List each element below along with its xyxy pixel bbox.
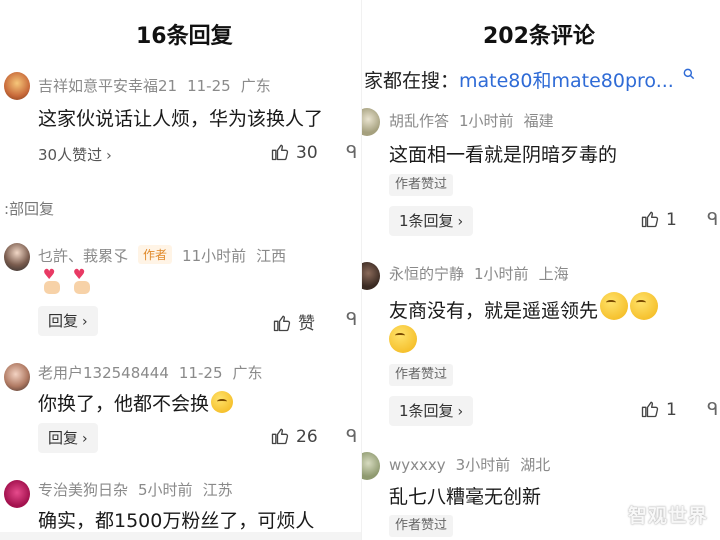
username[interactable]: 永恒的宁静 [389,265,464,283]
thumbs-up-icon [271,144,289,161]
comment-region: 广东 [232,364,263,382]
comment-region: 江西 [256,247,287,265]
username[interactable]: 胡乱作答 [389,112,449,130]
avatar[interactable] [4,363,30,391]
author-liked-badge: 作者赞过 [389,174,454,196]
comment-icon[interactable]: ᑫ [346,142,357,163]
like-count: 26 [296,427,318,447]
like-button[interactable]: 赞 [272,309,315,334]
username[interactable]: 乜許、莪累孓 [38,247,128,265]
comment-text: 这面相一看就是阴暗歹毒的 [389,144,618,166]
thumbs-up-icon [273,315,291,332]
comment-meta: 吉祥如意平安幸福21 11-25 广东 [38,75,281,96]
comment-meta: 乜許、莪累孓 作者 11小时前 江西 [38,245,296,266]
comment-icon[interactable]: ᑫ [346,426,357,447]
comment-region: 福建 [523,112,554,130]
author-liked-badge: 作者赞过 [389,515,454,537]
smug-face-emoji-icon [389,325,417,353]
bottom-divider [0,532,362,540]
avatar[interactable] [4,72,30,100]
username[interactable]: 专治美狗日杂 [38,481,128,499]
like-count: 1 [666,210,677,230]
emoji-line [389,325,417,355]
comment-meta: 胡乱作答 1小时前 福建 [389,110,564,131]
heart-hands-emoji-icon [40,267,62,295]
comment-date: 11-25 [187,77,231,95]
smug-face-emoji-icon [600,292,629,320]
username[interactable]: 老用户132548444 [38,364,169,382]
like-button[interactable]: 30 [270,142,318,163]
comment-date: 5小时前 [138,481,193,499]
chevron-right-icon: › [457,404,464,420]
like-button[interactable]: 1 [640,209,677,230]
smug-face-emoji-icon [630,292,659,320]
avatar[interactable] [362,262,380,290]
avatar[interactable] [362,452,380,480]
thumbs-up-icon [641,401,659,418]
reply-count-button[interactable]: 1条回复 › [389,396,474,426]
search-icon [683,68,695,80]
comment-meta: 老用户132548444 11-25 广东 [38,362,273,383]
chevron-right-icon: › [82,314,88,330]
watermark: 智观世界 [627,505,708,527]
chevron-right-icon: › [457,214,464,230]
like-button[interactable]: 1 [640,399,677,420]
author-liked-badge: 作者赞过 [389,364,454,386]
avatar[interactable] [4,243,30,271]
comment-region: 广东 [240,77,271,95]
comment-text: 你换了，他都不会换 [38,389,234,416]
heart-hands-emoji-icon [70,267,92,295]
chevron-right-icon: › [106,148,112,164]
comment-text: 这家伙说话让人烦，华为该换人了 [38,108,324,130]
comment-text: 友商没有，就是遥遥领先 [389,292,659,323]
comment-date: 1小时前 [474,265,529,283]
comment-meta: 专治美狗日杂 5小时前 江苏 [38,479,243,500]
reply-count-button[interactable]: 1条回复 › [389,206,474,236]
comment-icon[interactable]: ᑫ [707,209,718,230]
comment-meta: 永恒的宁静 1小时前 上海 [389,263,579,284]
reply-button[interactable]: 回复 › [38,306,98,336]
comments-panel: 202条评论 家都在搜：mate80和mate80pro... 胡乱作答 1小时前… [362,0,720,540]
comment-text: 乱七八糟毫无创新 [389,486,542,508]
avatar[interactable] [362,108,380,136]
chevron-right-icon: › [82,431,88,447]
liked-by-count[interactable]: 30人赞过 › [38,144,112,165]
like-button[interactable]: 26 [270,426,318,447]
like-count: 赞 [298,314,315,334]
comments-count-title: 202条评论 [483,24,595,49]
avatar[interactable] [4,480,30,508]
thumbs-up-icon [271,428,289,445]
trending-search-label: 家都在搜： [364,70,460,92]
thumbs-up-icon [641,211,659,228]
comment-region: 湖北 [520,456,551,474]
replies-count-title: 16条回复 [136,24,233,49]
comment-text: 确实，都1500万粉丝了，可烦人 [38,510,315,532]
trending-search-bar[interactable]: 家都在搜：mate80和mate80pro... [364,66,696,93]
reply-button[interactable]: 回复 › [38,423,98,453]
comment-region: 上海 [538,265,569,283]
all-replies-label[interactable]: :部回复 [4,198,54,219]
comment-meta: wyxxxy 3小时前 湖北 [389,454,560,475]
trending-search-link[interactable]: mate80和mate80pro... [459,70,674,92]
emoji-reply [40,267,100,300]
username[interactable]: wyxxxy [389,456,446,474]
author-badge: 作者 [138,245,173,264]
like-count: 30 [296,143,318,163]
shush-emoji-icon [211,391,234,413]
replies-panel: 16条回复 吉祥如意平安幸福21 11-25 广东 这家伙说话让人烦，华为该换人了 … [0,0,362,540]
comment-date: 11-25 [178,364,223,382]
comment-date: 11小时前 [182,247,247,265]
comment-date: 1小时前 [459,112,514,130]
like-count: 1 [666,400,677,420]
username[interactable]: 吉祥如意平安幸福21 [38,77,177,95]
comment-region: 江苏 [202,481,233,499]
comment-icon[interactable]: ᑫ [346,309,357,330]
comment-icon[interactable]: ᑫ [707,399,718,420]
comment-date: 3小时前 [455,456,511,474]
